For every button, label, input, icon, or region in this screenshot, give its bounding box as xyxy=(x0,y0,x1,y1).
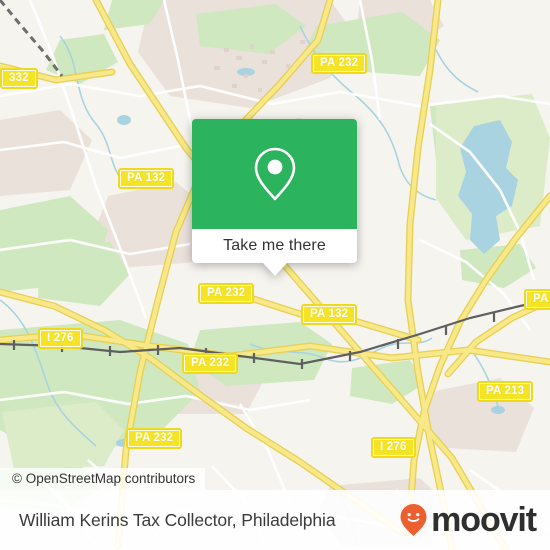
road-shield: PA xyxy=(524,289,550,310)
take-me-there-button[interactable]: Take me there xyxy=(192,229,357,263)
footer-bar: William Kerins Tax Collector, Philadelph… xyxy=(0,490,550,550)
road-shield: PA 132 xyxy=(301,304,358,325)
popup-pin-panel xyxy=(192,119,357,229)
road-shield: PA 232 xyxy=(198,283,255,304)
attribution-text: © OpenStreetMap contributors xyxy=(12,471,196,486)
road-shield: I 276 xyxy=(371,437,416,458)
map-pin-icon xyxy=(254,147,295,201)
moovit-wordmark: moovit xyxy=(431,501,537,539)
moovit-logo[interactable]: moovit xyxy=(399,501,537,539)
road-shield: PA 132 xyxy=(118,168,175,189)
map-attribution[interactable]: © OpenStreetMap contributors xyxy=(0,468,206,490)
road-shield: PA 232 xyxy=(311,53,368,74)
map-screenshot: 332 PA 232 PA 132 PA 232 PA 132 PA I 276 PA 232… xyxy=(0,0,550,550)
road-shield: I 276 xyxy=(38,328,83,349)
road-shield: PA 232 xyxy=(182,353,239,374)
take-me-there-label: Take me there xyxy=(223,237,326,254)
road-shield: 332 xyxy=(0,68,38,89)
location-popup-card[interactable]: Take me there xyxy=(192,119,357,276)
moovit-smiley-pin-icon xyxy=(400,504,427,536)
road-shield: PA 213 xyxy=(477,381,534,402)
road-shield: PA 232 xyxy=(126,428,183,449)
popup-tail xyxy=(262,263,287,276)
place-title: William Kerins Tax Collector, Philadelph… xyxy=(19,509,336,530)
